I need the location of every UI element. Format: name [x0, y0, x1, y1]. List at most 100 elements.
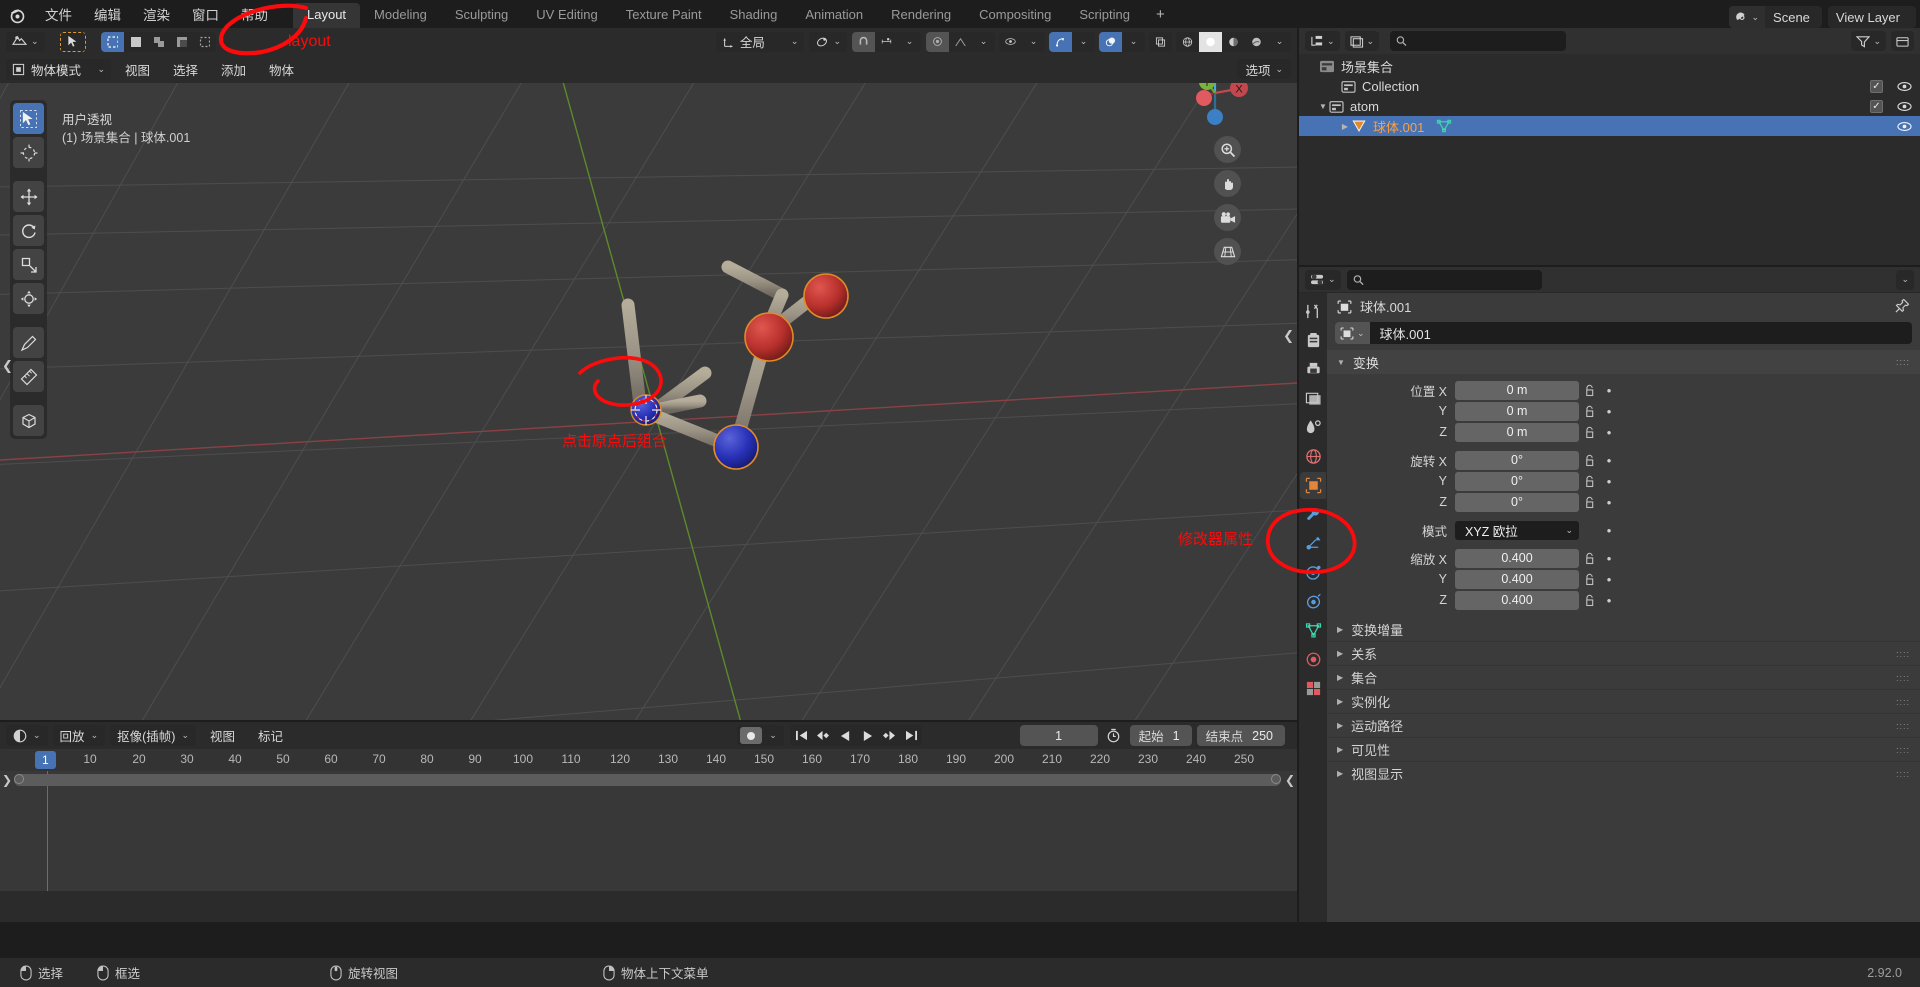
viewport-options-button[interactable]: 选项 ⌄ [1237, 59, 1291, 79]
tool-cursor-icon[interactable] [13, 137, 44, 168]
outliner-search-field[interactable] [1411, 34, 1561, 48]
tab-shading[interactable]: Shading [716, 3, 792, 28]
timeline-horizontal-scrollbar[interactable] [14, 774, 1281, 786]
tab-uv-editing[interactable]: UV Editing [522, 3, 611, 28]
auto-keying-icon[interactable] [740, 727, 763, 744]
tab-scripting[interactable]: Scripting [1065, 3, 1144, 28]
tool-measure-icon[interactable] [13, 361, 44, 392]
select-new-icon[interactable] [100, 31, 124, 52]
field-value[interactable]: 0° [1455, 471, 1579, 491]
viewport-menu-add[interactable]: 添加 [212, 60, 255, 79]
tab-layout[interactable]: Layout [293, 3, 361, 28]
falloff-dropdown-icon[interactable]: ⌄ [972, 31, 995, 52]
gizmo-group[interactable]: ⌄ [1049, 31, 1095, 52]
visibility-group[interactable]: ⌄ [999, 31, 1045, 52]
expand-arrow-icon[interactable]: ▶ [1337, 697, 1343, 706]
outliner-row-scene-collection[interactable]: 场景集合 [1299, 56, 1920, 76]
tool-annotate-icon[interactable] [13, 327, 44, 358]
overlays-group[interactable]: ⌄ [1099, 31, 1145, 52]
timeline-editor-type-icon[interactable]: ⌄ [6, 725, 48, 746]
animate-dot-icon[interactable]: • [1601, 572, 1617, 587]
tab-view-layer-properties[interactable] [1300, 385, 1326, 412]
tab-world-properties[interactable] [1300, 443, 1326, 470]
outliner-filter-icon[interactable]: ⌄ [1851, 31, 1886, 51]
timeline-marker-menu[interactable]: 标记 [249, 726, 292, 745]
scrollbar-handle-left[interactable] [14, 774, 24, 784]
tab-render-properties[interactable] [1300, 327, 1326, 354]
collapse-arrow-icon[interactable]: ▼ [1337, 358, 1345, 367]
tab-sculpting[interactable]: Sculpting [441, 3, 522, 28]
lock-icon[interactable] [1579, 475, 1601, 488]
select-invert-icon[interactable] [169, 31, 193, 52]
animate-dot-icon[interactable]: • [1601, 495, 1617, 510]
current-frame-field[interactable]: 1 [1019, 725, 1098, 746]
play-reverse-button[interactable] [834, 725, 856, 746]
outliner-row-sphere-001[interactable]: ▶ 球体.001 [1299, 116, 1920, 136]
add-workspace-button[interactable]: + [1144, 4, 1177, 28]
transform-row-rotation-z[interactable]: Z 0° • [1327, 492, 1920, 512]
toolbar-collapse-left-icon[interactable]: ❮ [2, 358, 13, 374]
tab-object-data-properties[interactable] [1300, 617, 1326, 644]
animate-dot-icon[interactable]: • [1601, 523, 1617, 538]
timeline-playhead[interactable] [47, 771, 48, 891]
expand-arrow-icon[interactable]: ▶ [1337, 745, 1343, 754]
next-keyframe-button[interactable] [878, 725, 900, 746]
properties-search-input[interactable] [1346, 269, 1542, 290]
tab-modifier-properties[interactable] [1300, 501, 1326, 528]
tool-select-box-icon[interactable] [13, 103, 44, 134]
snap-dropdown-icon[interactable]: ⌄ [898, 31, 921, 52]
outliner-new-collection-icon[interactable] [1891, 31, 1914, 51]
panel-header-visibility[interactable]: ▶ 可见性 :::: [1327, 737, 1920, 761]
viewport-menu-object[interactable]: 物体 [260, 60, 303, 79]
timeline-channel-area[interactable]: ❯ ❮ [0, 771, 1297, 891]
sidebar-collapse-right-icon[interactable]: ❮ [1283, 328, 1294, 344]
cursor-tool-icon[interactable] [59, 31, 86, 52]
scrollbar-handle-right[interactable] [1271, 774, 1281, 784]
animate-dot-icon[interactable]: • [1601, 404, 1617, 419]
play-button[interactable] [856, 725, 878, 746]
material-preview-shading-icon[interactable] [1222, 31, 1245, 52]
collection-checkbox[interactable]: ✓ [1870, 99, 1883, 113]
viewport-canvas[interactable]: 用户透视 (1) 场景集合 | 球体.001 [0, 83, 1297, 720]
eye-icon[interactable] [1897, 121, 1912, 132]
shading-dropdown-icon[interactable]: ⌄ [1268, 31, 1291, 52]
expand-arrow-icon[interactable]: ▶ [1337, 769, 1343, 778]
select-mode-group[interactable] [59, 31, 86, 52]
jump-to-start-button[interactable] [790, 725, 812, 746]
tab-object-properties[interactable] [1300, 472, 1326, 499]
tab-constraint-properties[interactable] [1300, 588, 1326, 615]
expand-arrow-icon[interactable]: ▶ [1337, 649, 1343, 658]
menu-render[interactable]: 渲染 [132, 4, 181, 28]
wireframe-shading-icon[interactable] [1176, 31, 1199, 52]
transform-row-scale-z[interactable]: Z 0.400 • [1327, 590, 1920, 610]
timeline-expand-icon[interactable]: ❯ [2, 773, 12, 787]
rotation-mode-dropdown[interactable]: XYZ 欧拉 ⌄ [1455, 520, 1579, 540]
timeline-view-menu[interactable]: 视图 [201, 726, 244, 745]
animate-dot-icon[interactable]: • [1601, 593, 1617, 608]
shading-modes-group[interactable]: ⌄ [1176, 31, 1291, 52]
properties-options-dropdown-icon[interactable]: ⌄ [1896, 269, 1914, 290]
tab-output-properties[interactable] [1300, 356, 1326, 383]
timeline-keying-menu[interactable]: 抠像(插帧) ⌄ [110, 725, 196, 746]
object-name-field[interactable]: ⌄ 球体.001 [1335, 322, 1912, 344]
expand-arrow-icon[interactable]: ▶ [1337, 625, 1343, 634]
animate-dot-icon[interactable]: • [1601, 474, 1617, 489]
animate-dot-icon[interactable]: • [1601, 425, 1617, 440]
field-value[interactable]: 0° [1455, 450, 1579, 470]
transform-row-rotation-mode[interactable]: 模式 XYZ 欧拉 ⌄ • [1327, 520, 1920, 540]
molecule-model[interactable] [0, 83, 1297, 720]
editor-type-selector[interactable]: ⌄ [6, 31, 45, 52]
timeline-editor[interactable]: ⌄ 回放 ⌄ 抠像(插帧) ⌄ 视图 标记 ⌄ 1 起始 1 结束点 250 1… [0, 722, 1297, 922]
panel-header-relations[interactable]: ▶ 关系 :::: [1327, 641, 1920, 665]
mesh-data-icon[interactable] [1436, 119, 1452, 133]
camera-view-icon[interactable] [1214, 204, 1241, 231]
select-extend-icon[interactable] [123, 31, 147, 52]
menu-help[interactable]: 帮助 [230, 4, 279, 28]
menu-edit[interactable]: 编辑 [83, 4, 132, 28]
panel-header-collections[interactable]: ▶ 集合 :::: [1327, 665, 1920, 689]
expand-arrow-icon[interactable]: ▶ [1337, 721, 1343, 730]
panel-header-transform[interactable]: ▼ 变换 :::: [1327, 350, 1920, 374]
viewport-menu-view[interactable]: 视图 [116, 60, 159, 79]
properties-editor[interactable]: ⌄ ⌄ 球体.001 ⌄ 球体.001 ▼ 变换:::: 位置 X 0 m •… [1299, 267, 1920, 922]
jump-to-end-button[interactable] [900, 725, 922, 746]
